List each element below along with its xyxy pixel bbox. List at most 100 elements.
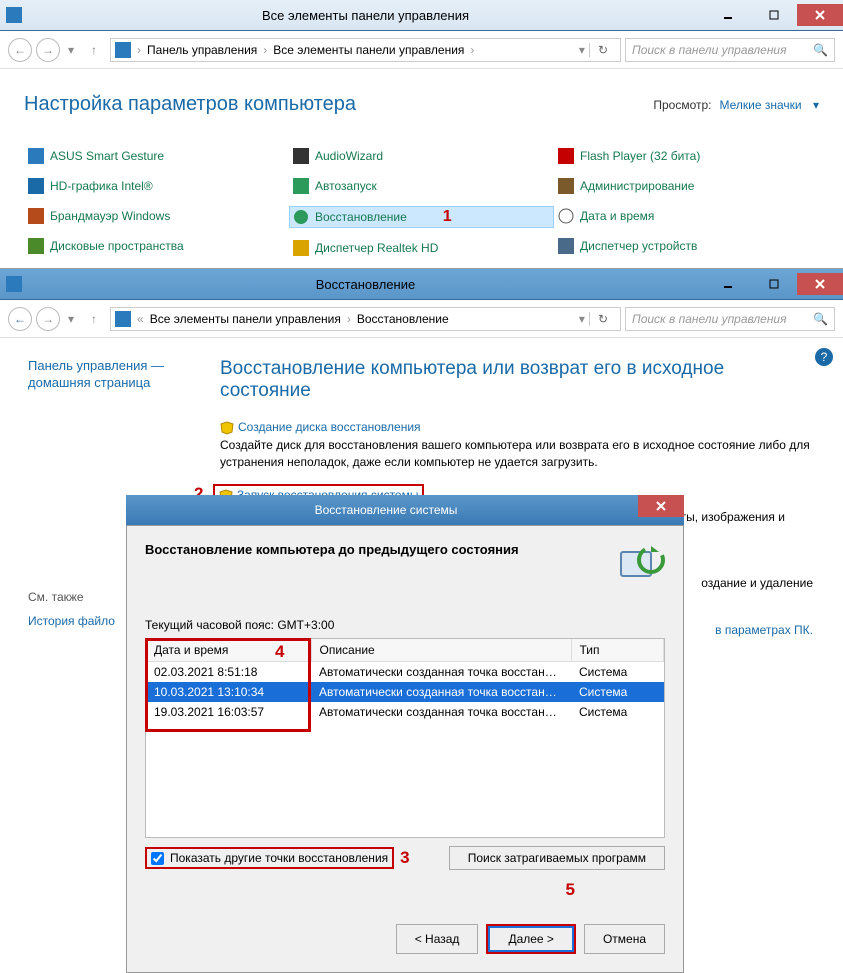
minimize-button[interactable]	[705, 273, 751, 295]
audio-icon	[293, 148, 309, 164]
back-button[interactable]: < Назад	[396, 924, 479, 954]
annotation-3: 3	[400, 848, 409, 868]
back-button[interactable]: ←	[8, 307, 32, 331]
up-button[interactable]: ↑	[82, 307, 106, 331]
cp-item[interactable]: AudioWizard	[289, 146, 554, 166]
forward-button[interactable]: →	[36, 307, 60, 331]
help-icon[interactable]: ?	[815, 348, 833, 366]
maximize-button[interactable]	[751, 273, 797, 295]
dialog-header: Восстановление компьютера до предыдущего…	[145, 538, 615, 557]
dialog-titlebar: Восстановление системы	[126, 495, 684, 525]
close-button[interactable]	[797, 273, 843, 295]
cp-item[interactable]: Дата и время	[554, 206, 819, 226]
timezone-label: Текущий часовой пояс: GMT+3:00	[145, 618, 665, 632]
gesture-icon	[28, 148, 44, 164]
search-placeholder: Поиск в панели управления	[632, 312, 787, 326]
address-bar[interactable]: › Панель управления › Все элементы панел…	[110, 38, 621, 62]
cp-item[interactable]: Автозапуск	[289, 176, 554, 196]
cp-item[interactable]: Диспетчер устройств	[554, 236, 819, 256]
annotation-5: 5	[566, 880, 575, 899]
firewall-icon	[28, 208, 44, 224]
titlebar-w1: Все элементы панели управления	[0, 0, 843, 31]
view-by-label: Просмотр:	[653, 98, 711, 112]
maximize-button[interactable]	[751, 4, 797, 26]
cp-item[interactable]: Брандмауэр Windows	[24, 206, 289, 226]
close-button[interactable]	[638, 495, 684, 517]
system-restore-icon	[615, 538, 665, 588]
view-by: Просмотр: Мелкие значки ▾	[653, 98, 819, 112]
window-controls	[705, 4, 843, 26]
see-also-heading: См. также	[28, 590, 115, 604]
cancel-button[interactable]: Отмена	[584, 924, 665, 954]
search-icon[interactable]: 🔍	[813, 312, 828, 326]
recovery-icon	[293, 209, 309, 225]
chevron-right-icon[interactable]: ›	[261, 43, 269, 57]
create-recovery-disk-link[interactable]: Создание диска восстановления	[238, 420, 421, 434]
dialog-title: Восстановление системы	[134, 503, 638, 517]
annotation-5-highlight: Далее >	[486, 924, 576, 954]
page-title: Настройка параметров компьютера	[24, 93, 653, 116]
nav-history-dropdown[interactable]: ▾	[64, 312, 78, 326]
chevron-left-icon[interactable]: «	[135, 312, 146, 326]
breadcrumb[interactable]: Все элементы панели управления	[269, 43, 468, 57]
forward-button[interactable]: →	[36, 38, 60, 62]
address-bar[interactable]: « Все элементы панели управления › Восст…	[110, 307, 621, 331]
annotation-4: 4	[275, 642, 284, 662]
next-button[interactable]: Далее >	[488, 926, 574, 952]
col-desc[interactable]: Описание	[311, 639, 571, 662]
nav-history-dropdown[interactable]: ▾	[64, 43, 78, 57]
recovery-icon	[6, 276, 22, 292]
address-dropdown[interactable]: ▾	[575, 43, 589, 57]
search-input[interactable]: Поиск в панели управления 🔍	[625, 38, 835, 62]
dialog-body: Восстановление компьютера до предыдущего…	[126, 525, 684, 973]
cp-item[interactable]: ASUS Smart Gesture	[24, 146, 289, 166]
navbar-w1: ← → ▾ ↑ › Панель управления › Все элемен…	[0, 31, 843, 69]
breadcrumb[interactable]: Восстановление	[353, 312, 453, 326]
annotation-1: 1	[443, 208, 452, 226]
minimize-button[interactable]	[705, 4, 751, 26]
close-button[interactable]	[797, 4, 843, 26]
recovery-disk-block: Создание диска восстановления Создайте д…	[220, 420, 813, 470]
w2-title: Восстановление	[26, 277, 705, 292]
page-title: Восстановление компьютера или возврат ег…	[220, 358, 813, 402]
cp-item[interactable]: Дисковые пространства	[24, 236, 289, 256]
sidebar-home-link[interactable]: Панель управления — домашняя страница	[28, 358, 208, 392]
view-by-value[interactable]: Мелкие значки	[720, 98, 802, 112]
system-restore-dialog: Восстановление системы Восстановление ко…	[126, 495, 684, 973]
scan-affected-programs-button[interactable]: Поиск затрагиваемых программ	[449, 846, 665, 870]
titlebar-w2: Восстановление	[0, 269, 843, 300]
search-icon[interactable]: 🔍	[813, 43, 828, 57]
create-recovery-disk-desc: Создайте диск для восстановления вашего …	[220, 437, 813, 471]
control-panel-icon	[6, 7, 22, 23]
back-button[interactable]: ←	[8, 38, 32, 62]
autoplay-icon	[293, 178, 309, 194]
up-button[interactable]: ↑	[82, 38, 106, 62]
col-type[interactable]: Тип	[571, 639, 664, 662]
annotation-4-highlight	[145, 638, 311, 732]
search-input[interactable]: Поиск в панели управления 🔍	[625, 307, 835, 331]
cp-item-recovery[interactable]: Восстановление1	[289, 206, 554, 228]
breadcrumb[interactable]: Все элементы панели управления	[146, 312, 345, 326]
breadcrumb[interactable]: Панель управления	[143, 43, 261, 57]
chevron-right-icon[interactable]: ›	[135, 43, 143, 57]
address-dropdown[interactable]: ▾	[575, 312, 589, 326]
intel-icon	[28, 178, 44, 194]
w1-title: Все элементы панели управления	[26, 8, 705, 23]
refresh-icon[interactable]: ↻	[589, 312, 616, 326]
control-panel-icon	[115, 42, 131, 58]
w1-content: Настройка параметров компьютера Просмотр…	[0, 69, 843, 268]
realtek-icon	[293, 240, 309, 256]
cp-items-grid: ASUS Smart Gesture HD-графика Intel® Бра…	[24, 146, 819, 258]
refresh-icon[interactable]: ↻	[589, 43, 616, 57]
chevron-right-icon[interactable]: ›	[468, 43, 476, 57]
chevron-down-icon[interactable]: ▾	[810, 98, 819, 112]
chevron-right-icon[interactable]: ›	[345, 312, 353, 326]
cp-item[interactable]: Диспетчер Realtek HD	[289, 238, 554, 258]
cp-item[interactable]: HD-графика Intel®	[24, 176, 289, 196]
cp-item[interactable]: Администрирование	[554, 176, 819, 196]
disk-icon	[28, 238, 44, 254]
pc-settings-link[interactable]: в параметрах ПК.	[715, 623, 813, 637]
show-other-points-checkbox[interactable]	[151, 852, 164, 865]
file-history-link[interactable]: История файло	[28, 614, 115, 628]
cp-item[interactable]: Flash Player (32 бита)	[554, 146, 819, 166]
